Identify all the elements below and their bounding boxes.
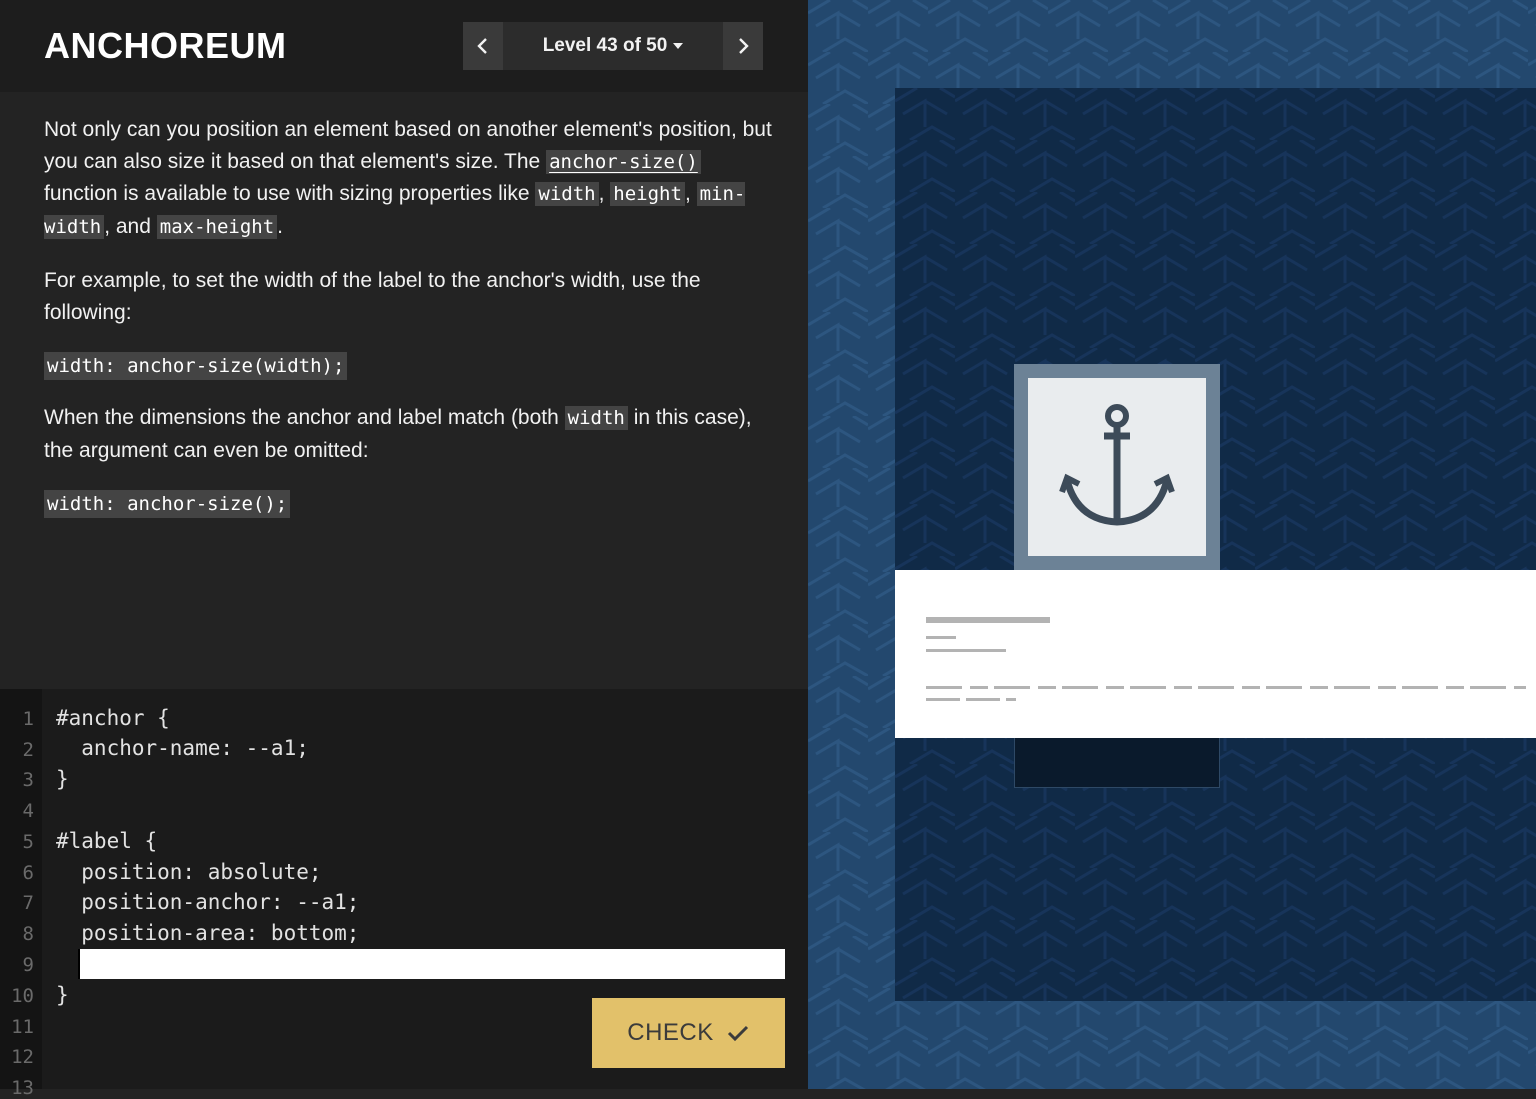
anchor-element <box>1014 364 1220 570</box>
instructions-text: Not only can you position an element bas… <box>44 114 774 540</box>
check-button[interactable]: CHECK <box>592 998 785 1068</box>
label-text-placeholder <box>926 686 1526 689</box>
line-number: 13 <box>11 1077 34 1099</box>
text: , and <box>104 214 157 238</box>
next-level-button[interactable] <box>723 22 763 70</box>
caret-down-icon <box>673 43 684 49</box>
line-number: 1 <box>22 708 34 730</box>
line-number: 7 <box>22 892 34 914</box>
label-text-placeholder <box>926 636 956 639</box>
code-max-height: max-height <box>156 214 278 239</box>
chevron-right-icon <box>739 38 749 54</box>
line-number: 4 <box>22 800 34 822</box>
code-height: height <box>610 182 685 206</box>
label-text-placeholder <box>926 698 1016 701</box>
code-line: position-anchor: --a1; <box>56 890 360 914</box>
checkmark-icon <box>727 1025 748 1042</box>
anchor-card <box>1028 378 1206 556</box>
code-editor: 1 2 3 4 5 6 7 8 9 10 11 12 13 #anchor { … <box>0 689 808 1099</box>
code-anchor-size: anchor-size() <box>546 149 701 174</box>
chevron-left-icon <box>477 38 487 54</box>
code-line: position-area: bottom; <box>56 921 360 945</box>
instruction-paragraph-3: When the dimensions the anchor and label… <box>44 402 774 466</box>
label-title-placeholder <box>926 617 1050 623</box>
instruction-paragraph-1: Not only can you position an element bas… <box>44 114 774 243</box>
instructions-panel: ANCHOREUM Level 43 of 50 Not only can yo… <box>0 0 808 1099</box>
label-text-placeholder <box>926 649 1006 652</box>
code-line: #label { <box>56 829 158 853</box>
line-number: 11 <box>11 1016 34 1038</box>
line-number: 12 <box>11 1046 34 1068</box>
code-example-2: width: anchor-size(); <box>44 490 291 518</box>
preview-stage <box>895 88 1536 1001</box>
code-line: anchor-name: --a1; <box>56 736 309 760</box>
text: function is available to use with sizing… <box>44 182 536 205</box>
label-element <box>895 570 1536 738</box>
line-number: 8 <box>22 923 34 945</box>
text: , <box>598 182 611 205</box>
code-width: width <box>535 182 599 206</box>
preview-panel <box>808 0 1536 1089</box>
line-number-gutter: 1 2 3 4 5 6 7 8 9 10 11 12 13 <box>0 689 42 1099</box>
text: . <box>277 214 283 238</box>
line-number: 5 <box>22 831 34 853</box>
code-example-1: width: anchor-size(width); <box>44 352 348 380</box>
code-line: position: absolute; <box>56 860 322 884</box>
level-navigation: Level 43 of 50 <box>463 22 763 70</box>
line-number: 2 <box>22 739 34 761</box>
line-number: 3 <box>22 769 34 791</box>
code-line: } <box>56 983 69 1007</box>
anchor-icon <box>1059 404 1175 526</box>
line-number: 10 <box>11 985 34 1007</box>
app-logo: ANCHOREUM <box>44 25 287 66</box>
text: , <box>684 182 697 205</box>
code-line: } <box>56 767 69 791</box>
check-button-label: CHECK <box>627 1019 714 1046</box>
header: ANCHOREUM Level 43 of 50 <box>0 0 808 92</box>
line-number: 9 <box>22 954 34 976</box>
code-line: #anchor { <box>56 706 170 730</box>
line-number: 6 <box>22 862 34 884</box>
level-dropdown[interactable]: Level 43 of 50 <box>503 22 723 70</box>
instruction-paragraph-2: For example, to set the width of the lab… <box>44 269 701 324</box>
text: When the dimensions the anchor and label… <box>44 406 565 429</box>
previous-level-button[interactable] <box>463 22 503 70</box>
code-width: width <box>564 406 628 430</box>
level-label: Level 43 of 50 <box>542 35 668 56</box>
css-answer-input[interactable] <box>78 949 785 979</box>
